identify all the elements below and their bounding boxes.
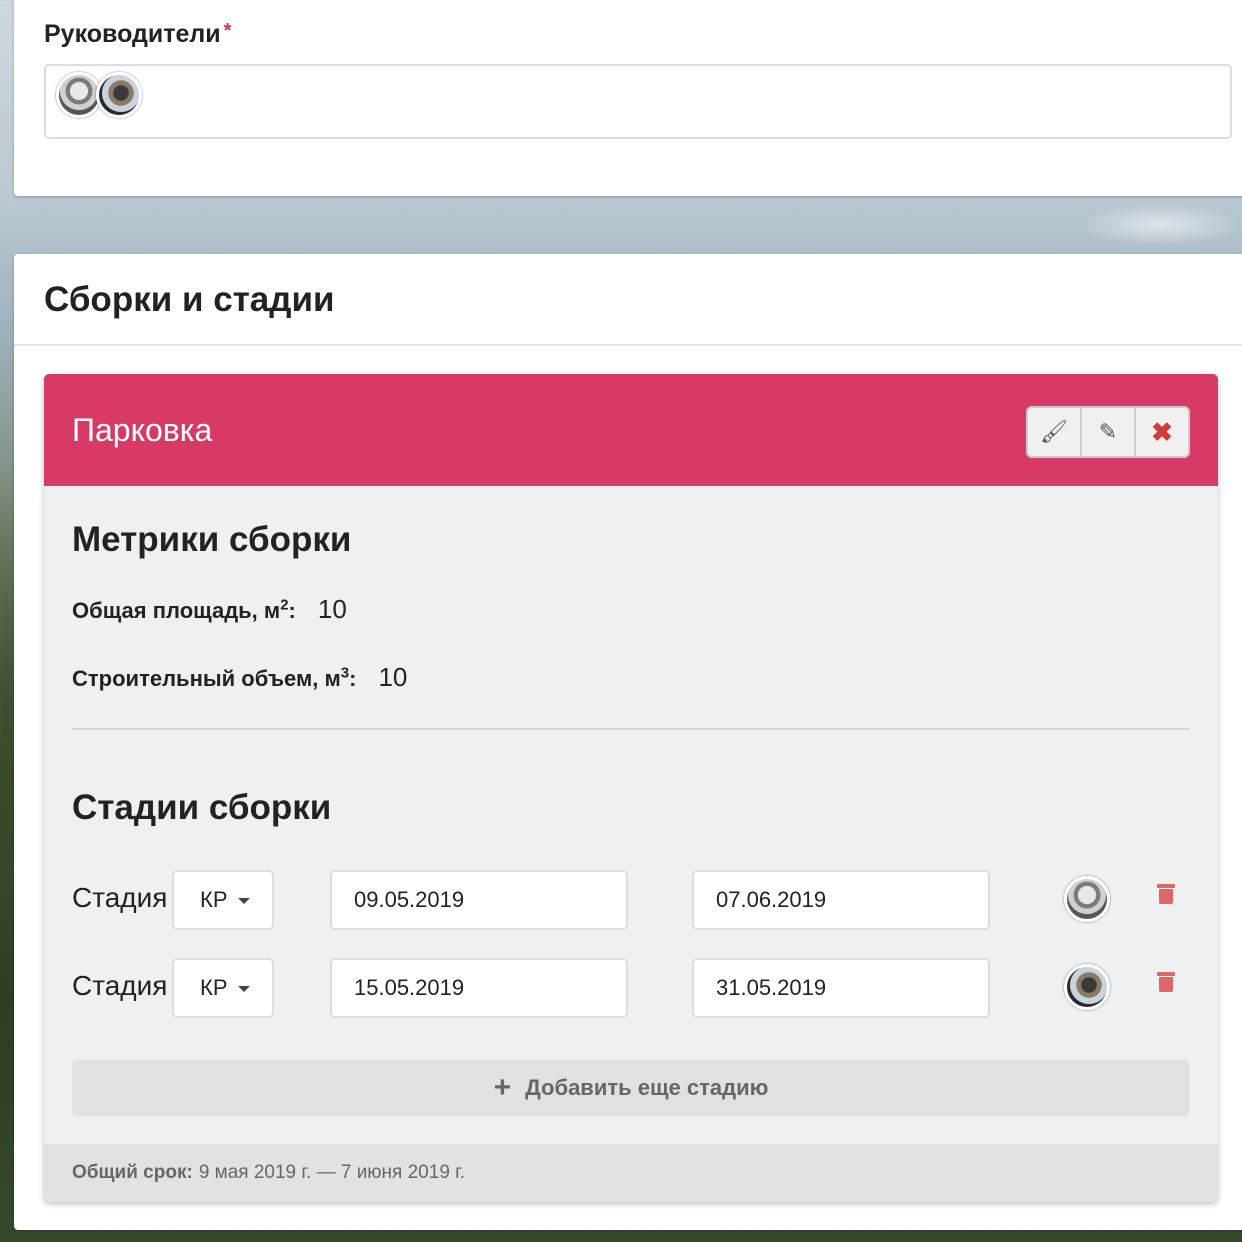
stage-start-date-input[interactable]: 09.05.2019: [330, 870, 628, 930]
add-stage-button[interactable]: + Добавить еще стадию: [72, 1060, 1190, 1116]
stage-row: Стадия КР 15.05.2019 31.05.2019: [72, 958, 1190, 1018]
section-title: Сборки и стадии: [44, 280, 335, 319]
assembly-footer: Общий срок: 9 мая 2019 г. — 7 июня 2019 …: [44, 1144, 1218, 1202]
stage-label: Стадия: [72, 970, 168, 1001]
plus-icon: +: [493, 1071, 512, 1104]
assemblies-card: Сборки и стадии Парковка 🖌 ✎ ✖ Метрики с…: [14, 254, 1242, 1230]
edit-button[interactable]: ✎: [1082, 408, 1136, 456]
trash-icon[interactable]: [1157, 972, 1175, 992]
metric-volume-unit-power: 3: [340, 664, 350, 682]
metric-volume-label: Строительный объем, м3:: [72, 664, 357, 691]
pencil-icon: ✎: [1098, 419, 1118, 444]
required-mark: *: [223, 20, 232, 42]
assembly-panel: Парковка 🖌 ✎ ✖ Метрики сборки Общая площ…: [44, 374, 1218, 1202]
total-term-label: Общий срок:: [72, 1162, 193, 1183]
metrics-title: Метрики сборки: [72, 520, 352, 559]
trash-lid: [1157, 884, 1175, 888]
caret-down-icon: [238, 898, 250, 904]
metric-volume-colon: :: [349, 666, 357, 691]
managers-field[interactable]: [44, 64, 1232, 139]
stage-row: Стадия КР 09.05.2019 07.06.2019: [72, 870, 1190, 930]
avatar[interactable]: [1064, 876, 1110, 922]
metric-volume-value: 10: [378, 662, 408, 692]
delete-assembly-button[interactable]: ✖: [1136, 408, 1188, 456]
trash-body: [1159, 889, 1173, 904]
metric-area-label: Общая площадь, м2:: [72, 596, 296, 623]
stage-end-date-input[interactable]: 07.06.2019: [692, 870, 990, 930]
metric-volume: Строительный объем, м3: 10: [72, 662, 407, 693]
paint-brush-button[interactable]: 🖌: [1028, 408, 1082, 456]
metric-area-value: 10: [317, 594, 347, 624]
metric-area-unit-power: 2: [280, 596, 289, 614]
stage-type-select[interactable]: КР: [172, 870, 274, 930]
trash-icon[interactable]: [1157, 884, 1175, 904]
metric-volume-label-text: Строительный объем, м: [72, 666, 341, 691]
total-term-value: 9 мая 2019 г. — 7 июня 2019 г.: [198, 1162, 466, 1183]
divider: [72, 728, 1190, 730]
avatar[interactable]: [96, 72, 142, 118]
close-icon: ✖: [1151, 416, 1173, 447]
stage-end-date-input[interactable]: 31.05.2019: [692, 958, 990, 1018]
trash-body: [1159, 977, 1173, 992]
stage-label: Стадия: [72, 882, 168, 913]
metric-area-label-text: Общая площадь, м: [72, 598, 281, 623]
assembly-toolbar: 🖌 ✎ ✖: [1026, 406, 1190, 458]
divider: [14, 344, 1242, 346]
stage-type-value: КР: [200, 887, 228, 912]
trash-lid: [1157, 972, 1175, 976]
add-stage-label: Добавить еще стадию: [525, 1075, 769, 1100]
assembly-title: Парковка: [72, 412, 213, 448]
metric-area: Общая площадь, м2: 10: [72, 594, 347, 625]
stage-type-select[interactable]: КР: [172, 958, 274, 1018]
managers-card: Руководители *: [14, 0, 1242, 196]
metric-area-colon: :: [288, 598, 296, 623]
stage-start-date-input[interactable]: 15.05.2019: [330, 958, 628, 1018]
stage-type-value: КР: [200, 975, 228, 1000]
stages-title: Стадии сборки: [72, 788, 332, 827]
caret-down-icon: [238, 986, 250, 992]
avatar[interactable]: [1064, 964, 1110, 1010]
paint-brush-icon: 🖌: [1040, 419, 1068, 444]
assembly-header: Парковка 🖌 ✎ ✖: [44, 374, 1218, 486]
managers-label: Руководители *: [44, 20, 231, 49]
managers-label-text: Руководители: [44, 20, 221, 48]
